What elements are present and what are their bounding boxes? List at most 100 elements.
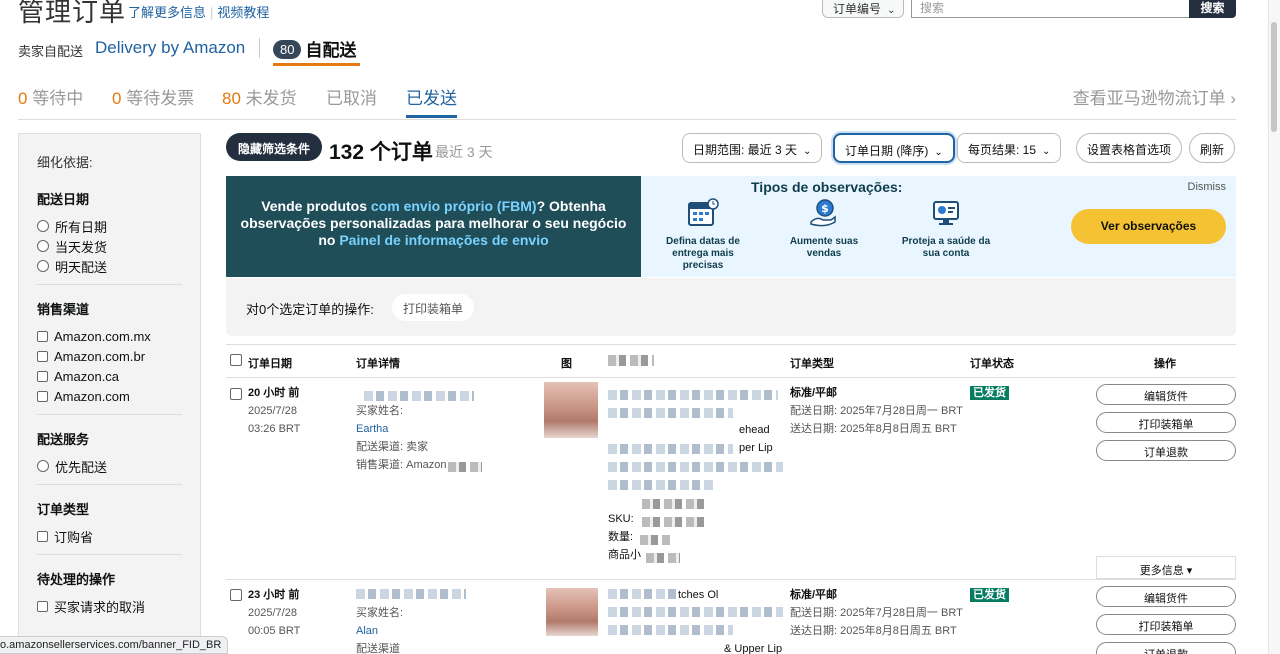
fbm-insights-banner[interactable]: Vende produtos com envio próprio (FBM)? … xyxy=(226,176,1236,277)
row-checkbox[interactable] xyxy=(230,388,242,400)
banner-text: Vende produtos xyxy=(261,198,371,214)
product-title-redacted[interactable] xyxy=(608,589,678,599)
checkbox-icon[interactable] xyxy=(37,390,48,402)
fulfillment-channel: 配送渠道: 卖家 xyxy=(356,441,429,453)
row-checkbox[interactable] xyxy=(230,589,242,601)
filter-group-shipping-service: 配送服务 优先配送 xyxy=(37,429,182,485)
print-packing-slip-button[interactable]: 打印装箱单 xyxy=(1096,412,1236,433)
radio-icon[interactable] xyxy=(37,220,49,232)
select-all-checkbox[interactable] xyxy=(230,354,242,366)
refund-order-button[interactable]: 订单退款 xyxy=(1096,642,1236,654)
tab-unshipped[interactable]: 80 未发货 xyxy=(222,84,297,118)
view-observations-button[interactable]: Ver observações xyxy=(1071,209,1226,244)
chevron-down-icon: ⌄ xyxy=(934,147,943,158)
product-title-fragment[interactable]: per Lip xyxy=(739,439,773,457)
product-title-redacted[interactable] xyxy=(608,390,778,400)
redacted-text xyxy=(448,462,482,472)
edit-shipment-button[interactable]: 编辑货件 xyxy=(1096,586,1236,607)
tab-unshipped-label: 未发货 xyxy=(240,89,297,108)
per-page-select[interactable]: 每页结果: 15 ⌄ xyxy=(957,133,1062,163)
video-tutorial-link[interactable]: 视频教程 xyxy=(217,5,269,20)
learn-more-link[interactable]: 了解更多信息 xyxy=(128,5,206,20)
self-fulfilled-tab[interactable]: 80 自配送 xyxy=(273,36,361,66)
radio-icon[interactable] xyxy=(37,460,49,472)
column-header-order-date[interactable]: 订单日期 xyxy=(248,355,292,371)
status-badge: 已发货 xyxy=(970,386,1009,400)
more-info-button[interactable]: 更多信息 ▾ xyxy=(1096,556,1236,579)
filter-option-label: Amazon.com.br xyxy=(54,348,146,364)
asin-row xyxy=(608,492,641,510)
view-fba-orders-link[interactable]: 查看亚马逊物流订单 › xyxy=(1073,84,1236,118)
order-id-redacted[interactable] xyxy=(364,391,474,401)
search-type-select[interactable]: 订单编号 ⌄ xyxy=(822,0,904,18)
filter-option[interactable]: 当天发货 xyxy=(37,236,182,256)
search-button[interactable]: 搜索 xyxy=(1189,0,1236,18)
chevron-down-icon: ⌄ xyxy=(803,146,812,157)
filter-option-label: 当天发货 xyxy=(55,239,108,255)
buyer-name-link[interactable]: Alan xyxy=(356,622,403,640)
filter-option[interactable]: Amazon.ca xyxy=(37,366,182,386)
ship-date: 配送日期: 2025年7月28日周一 BRT xyxy=(790,607,963,619)
filter-option-label: Amazon.com.mx xyxy=(54,328,151,344)
tab-cancelled[interactable]: 已取消 xyxy=(326,84,377,118)
delivery-by-amazon-tab[interactable]: Delivery by Amazon xyxy=(95,38,245,58)
date-range-select[interactable]: 日期范围: 最近 3 天 ⌄ xyxy=(682,133,823,163)
filter-option[interactable]: 明天配送 xyxy=(37,256,182,276)
filter-option[interactable]: Amazon.com.mx xyxy=(37,326,182,346)
order-status-tabs: 0 等待中 0 等待发票 80 未发货 已取消 已发送 查看亚马逊物流订单 › xyxy=(18,84,1236,120)
calendar-icon xyxy=(688,198,719,226)
filter-group-pending-actions: 待处理的操作 买家请求的取消 xyxy=(37,569,182,624)
product-title-redacted xyxy=(608,480,713,490)
column-header-image: 图 xyxy=(561,358,572,370)
tab-pending-invoice[interactable]: 0 等待发票 xyxy=(112,84,194,118)
checkbox-icon[interactable] xyxy=(37,350,48,362)
filter-option[interactable]: 所有日期 xyxy=(37,216,182,236)
print-packing-slip-button[interactable]: 打印装箱单 xyxy=(1096,614,1236,635)
filter-group-title: 销售渠道 xyxy=(37,302,90,317)
filter-group-ship-date: 配送日期 所有日期 当天发货 明天配送 xyxy=(37,189,182,285)
refund-order-button[interactable]: 订单退款 xyxy=(1096,440,1236,461)
product-image[interactable] xyxy=(546,588,598,636)
table-row: 20 小时 前 2025/7/28 03:26 BRT 买家姓名: Eartha… xyxy=(226,378,1236,580)
order-age: 20 小时 前 xyxy=(248,387,300,399)
sort-select[interactable]: 订单日期 (降序) ⌄ xyxy=(833,133,955,163)
product-image[interactable] xyxy=(544,382,598,438)
checkbox-icon[interactable] xyxy=(37,530,48,542)
radio-icon[interactable] xyxy=(37,240,49,252)
refresh-button[interactable]: 刷新 xyxy=(1189,133,1236,163)
scrollbar-thumb[interactable] xyxy=(1271,22,1277,132)
page-title: 管理订单 xyxy=(18,0,127,27)
radio-icon[interactable] xyxy=(37,260,49,272)
table-preferences-button[interactable]: 设置表格首选项 xyxy=(1076,133,1183,163)
sort-value: 订单日期 (降序) xyxy=(845,144,929,158)
filter-option[interactable]: Amazon.com xyxy=(37,386,182,406)
feature-label: Defina datas de entrega mais precisas xyxy=(666,236,740,271)
filter-option[interactable]: 优先配送 xyxy=(37,456,182,476)
checkbox-icon[interactable] xyxy=(37,600,48,612)
checkbox-icon[interactable] xyxy=(37,330,48,342)
product-title-fragment[interactable]: tches Ol xyxy=(678,586,718,604)
buyer-label: 买家姓名: xyxy=(356,607,404,619)
bulk-print-packing-slip-button[interactable]: 打印装箱单 xyxy=(392,294,475,321)
edit-shipment-button[interactable]: 编辑货件 xyxy=(1096,384,1236,405)
dismiss-link[interactable]: Dismiss xyxy=(1188,181,1227,193)
order-id-redacted[interactable] xyxy=(356,589,466,599)
filter-option[interactable]: Amazon.com.br xyxy=(37,346,182,366)
checkbox-icon[interactable] xyxy=(37,370,48,382)
tab-pending[interactable]: 0 等待中 xyxy=(18,84,83,118)
buyer-name-link[interactable]: Eartha xyxy=(356,420,446,438)
tab-shipped[interactable]: 已发送 xyxy=(406,84,457,118)
banner-highlight-link[interactable]: Painel de informações de envio xyxy=(339,232,548,248)
banner-highlight[interactable]: com envio próprio (FBM) xyxy=(371,198,537,214)
product-title-fragment[interactable]: & Upper Lip xyxy=(724,640,782,654)
subtotal-row: 商品小 xyxy=(608,546,641,564)
filter-option[interactable]: 订购省 xyxy=(37,526,182,546)
qty-row: 数量: xyxy=(608,528,641,546)
hide-filters-button[interactable]: 隐藏筛选条件 xyxy=(226,133,323,161)
filter-option[interactable]: 买家请求的取消 xyxy=(37,596,182,616)
product-title-fragment[interactable]: ehead xyxy=(739,421,770,439)
tab-pending-invoice-label: 等待发票 xyxy=(121,89,195,108)
order-type: 标准/平邮 xyxy=(790,387,838,399)
fulfillment-label: 卖家自配送 xyxy=(18,44,84,59)
search-input[interactable]: 搜索 xyxy=(911,0,1191,18)
